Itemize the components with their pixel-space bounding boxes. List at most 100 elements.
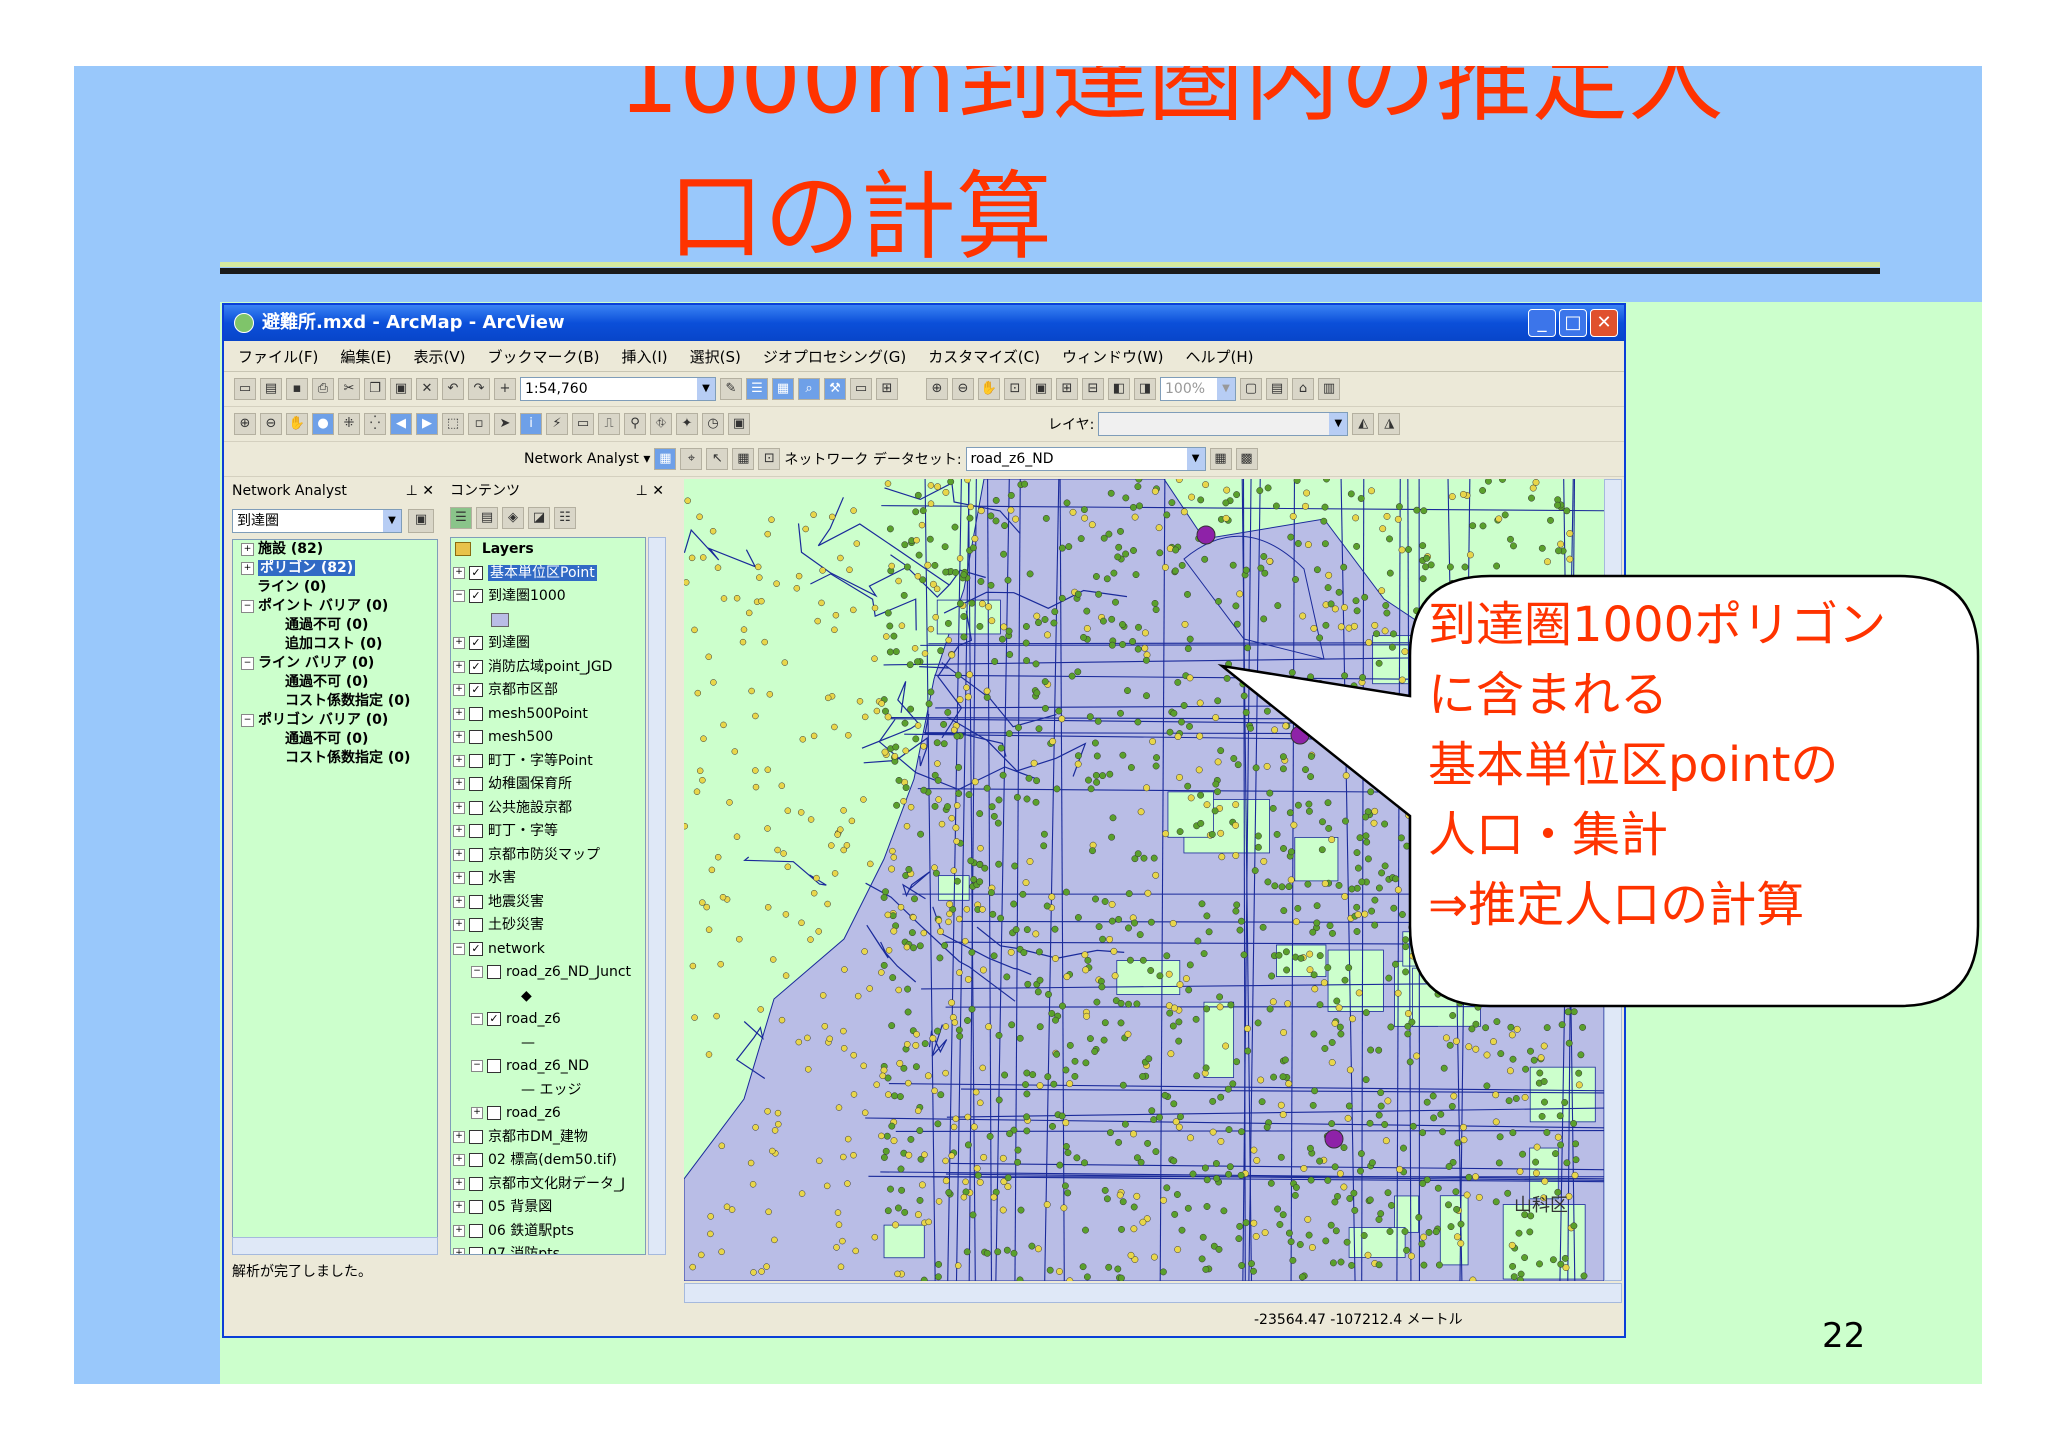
redo-icon[interactable]: ↷ — [468, 378, 490, 400]
na-tree-item[interactable]: − ポリゴン バリア (0) — [233, 711, 437, 730]
toc-layer-item[interactable]: + 町丁・字等Point — [451, 750, 645, 774]
pan-icon[interactable]: ✋ — [286, 413, 308, 435]
layer-visibility-checkbox[interactable] — [469, 847, 483, 862]
expand-icon[interactable]: + — [453, 684, 465, 696]
analysis-properties-icon[interactable]: ▣ — [408, 509, 434, 533]
expand-icon[interactable]: + — [453, 848, 465, 861]
toc-layer-item[interactable]: + mesh500Point — [451, 703, 645, 727]
expand-icon[interactable]: + — [453, 1130, 465, 1143]
search-window-icon[interactable]: ⌕ — [798, 378, 820, 400]
toc-options-icon[interactable]: ☷ — [554, 507, 576, 529]
list-by-selection-icon[interactable]: ◪ — [528, 507, 550, 529]
map-scale-combo[interactable]: 1:54,760 ▼ — [520, 377, 716, 401]
swipe-icon[interactable]: ◮ — [1378, 413, 1401, 435]
open-folder-icon[interactable]: ▤ — [260, 378, 282, 400]
toc-layer-item[interactable]: + 土砂災害 — [451, 914, 645, 938]
toc-layer-item[interactable]: + 京都市文化財データ_J — [451, 1173, 645, 1197]
expand-icon[interactable]: + — [453, 778, 465, 790]
go-forward-icon[interactable]: ▶ — [416, 413, 438, 435]
toc-layer-item[interactable]: − ✓ road_z6 — [451, 1008, 645, 1032]
window-titlebar[interactable]: 避難所.mxd - ArcMap - ArcView — [224, 305, 1624, 341]
expand-icon[interactable]: + — [453, 1248, 465, 1254]
toc-layer-item[interactable]: + 地震災害 — [451, 891, 645, 915]
expand-icon[interactable]: + — [453, 707, 465, 720]
pane-pin-close-icons[interactable]: ⊥ ✕ — [636, 479, 664, 503]
menu-item[interactable]: ヘルプ(H) — [1186, 346, 1254, 367]
chevron-down-icon[interactable]: ▼ — [383, 510, 401, 532]
na-tree-item[interactable]: 通過不可 (0) — [233, 730, 437, 749]
fixed-zoom-in-icon[interactable]: ⊞ — [1056, 378, 1078, 400]
chevron-down-icon[interactable]: ▼ — [1186, 448, 1205, 470]
network-analyst-menu[interactable]: Network Analyst ▾ — [524, 451, 650, 467]
menu-item[interactable]: ウィンドウ(W) — [1062, 346, 1164, 367]
fixed-zoom-in-map-icon[interactable]: ⁜ — [338, 413, 360, 435]
collapse-icon[interactable]: − — [471, 1060, 483, 1072]
expand-icon[interactable]: + — [241, 561, 254, 575]
na-tree-item[interactable]: コスト係数指定 (0) — [233, 749, 437, 768]
expand-icon[interactable]: + — [453, 1224, 465, 1237]
na-tree-item[interactable]: ライン (0) — [233, 578, 437, 597]
expand-icon[interactable]: + — [453, 1177, 465, 1190]
chevron-down-icon[interactable]: ▼ — [1329, 413, 1348, 435]
maximize-button[interactable]: □ — [1559, 309, 1587, 337]
pane-pin-close-icons[interactable]: ⊥ ✕ — [406, 479, 434, 503]
paste-icon[interactable]: ▣ — [390, 378, 412, 400]
focus-data-frame-icon[interactable]: ▤ — [1266, 378, 1288, 400]
layer-visibility-checkbox[interactable] — [469, 1223, 483, 1238]
menu-item[interactable]: カスタマイズ(C) — [928, 346, 1040, 367]
network-analyst-window-icon[interactable]: ▦ — [654, 448, 677, 470]
layer-visibility-checkbox[interactable] — [487, 1106, 501, 1120]
hyperlink-icon[interactable]: ⚡ — [546, 413, 568, 435]
delete-icon[interactable]: ✕ — [416, 378, 438, 400]
expand-icon[interactable]: + — [453, 566, 465, 579]
toc-layer-item[interactable]: + 水害 — [451, 867, 645, 891]
select-move-location-icon[interactable]: ↖ — [706, 448, 729, 470]
na-tree-item[interactable]: − ライン バリア (0) — [233, 654, 437, 673]
clear-selection-icon[interactable]: ▫ — [468, 413, 490, 435]
expand-icon[interactable]: + — [453, 660, 465, 673]
layer-visibility-checkbox[interactable]: ✓ — [469, 659, 483, 674]
toc-layer-item[interactable]: — — [451, 1032, 645, 1056]
add-data-icon[interactable]: + — [494, 378, 516, 400]
collapse-icon[interactable]: − — [471, 1013, 483, 1025]
create-viewer-icon[interactable]: ▣ — [728, 413, 750, 435]
menu-item[interactable]: 挿入(I) — [622, 346, 668, 367]
layer-visibility-checkbox[interactable] — [469, 894, 483, 909]
find-icon[interactable]: ⚲ — [624, 413, 646, 435]
menu-item[interactable]: 表示(V) — [414, 346, 466, 367]
zoom-100-icon[interactable]: ▣ — [1030, 378, 1052, 400]
print-icon[interactable]: ⎙ — [312, 378, 334, 400]
toc-layer-item[interactable]: + ✓ 基本単位区Point — [451, 562, 645, 586]
network-analyst-scrollbar[interactable] — [232, 1237, 438, 1255]
toc-layer-item[interactable]: + ✓ 消防広域point_JGD — [451, 656, 645, 680]
toc-layer-item[interactable]: +06 鉄道駅pts — [451, 1220, 645, 1244]
zoom-out-icon[interactable]: ⊖ — [260, 413, 282, 435]
build-network-icon[interactable]: ▦ — [1209, 448, 1232, 470]
na-tree-item[interactable]: 通過不可 (0) — [233, 673, 437, 692]
zoom-whole-page-icon[interactable]: ⊡ — [1004, 378, 1026, 400]
toc-layer-item[interactable]: + road_z6 — [451, 1102, 645, 1126]
measure-icon[interactable]: ⎍ — [598, 413, 620, 435]
map-horizontal-scrollbar[interactable] — [684, 1283, 1622, 1303]
layer-visibility-checkbox[interactable] — [469, 1247, 483, 1254]
menu-item[interactable]: ブックマーク(B) — [488, 346, 600, 367]
layer-visibility-checkbox[interactable] — [469, 1153, 483, 1167]
collapse-icon[interactable]: − — [453, 590, 465, 602]
na-tree-item[interactable]: 通過不可 (0) — [233, 616, 437, 635]
toc-layer-item[interactable]: + 京都市DM_建物 — [451, 1126, 645, 1150]
fixed-zoom-out-icon[interactable]: ⊟ — [1082, 378, 1104, 400]
list-by-source-icon[interactable]: ▤ — [476, 507, 498, 529]
na-tree-item[interactable]: + ポリゴン (82) — [233, 559, 437, 578]
expand-icon[interactable]: + — [453, 1154, 465, 1166]
select-elements-icon[interactable]: ➤ — [494, 413, 516, 435]
layers-group[interactable]: Layers — [451, 538, 645, 562]
editor-icon[interactable]: ✎ — [720, 378, 742, 400]
toc-layer-item[interactable]: +02 標高(dem50.tif) — [451, 1149, 645, 1173]
close-button[interactable]: ✕ — [1590, 309, 1618, 337]
layer-visibility-checkbox[interactable] — [469, 777, 483, 791]
layer-visibility-checkbox[interactable] — [469, 1129, 483, 1144]
layer-combo[interactable]: ▼ — [1098, 412, 1349, 436]
toc-layer-item[interactable]: ◆ — [451, 985, 645, 1009]
layout-zoom-combo[interactable]: 100% ▼ — [1160, 377, 1236, 401]
chevron-down-icon[interactable]: ▼ — [1217, 378, 1235, 400]
